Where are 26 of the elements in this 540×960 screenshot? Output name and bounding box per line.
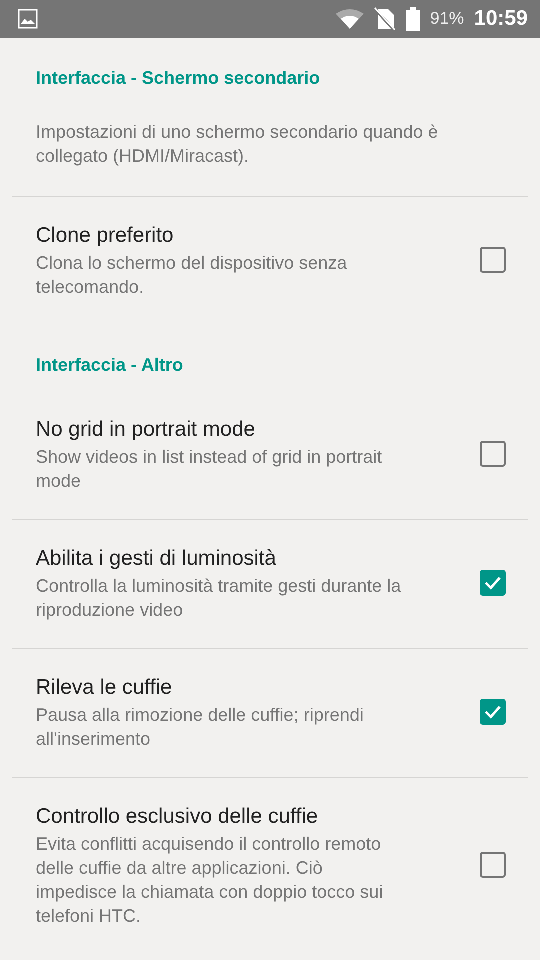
setting-summary: Evita conflitti acquisendo il controllo remoto delle cuffie da altre applicazioni. Ciò impedisce la chiamata con doppio tocco sui telefoni HTC. bbox=[36, 833, 384, 928]
section-header: Interfaccia - Schermo secondario bbox=[35, 67, 322, 90]
setting-title: No grid in portrait mode bbox=[36, 417, 256, 443]
setting-summary: Pausa alla rimozione delle cuffie; riprendi all'inserimento bbox=[36, 704, 365, 751]
checkbox[interactable] bbox=[480, 247, 506, 273]
wifi-icon bbox=[336, 9, 364, 29]
check-icon bbox=[484, 705, 502, 719]
setting-summary: Show videos in list instead of grid in portrait mode bbox=[36, 446, 384, 493]
check-icon bbox=[484, 576, 502, 590]
setting-summary: Clona lo schermo del dispositivo senza telecomando. bbox=[36, 252, 348, 299]
section-description: Impostazioni di uno schermo secondario quando è collegato (HDMI/Miracast). bbox=[35, 121, 440, 168]
checkbox[interactable] bbox=[480, 699, 506, 725]
clock-time: 10:59 bbox=[474, 7, 528, 31]
setting-title: Rileva le cuffie bbox=[36, 675, 174, 701]
battery-icon bbox=[406, 7, 420, 31]
checkbox[interactable] bbox=[480, 570, 506, 596]
checkbox[interactable] bbox=[480, 441, 506, 467]
no-sim-icon bbox=[374, 7, 396, 31]
setting-title: Clone preferito bbox=[36, 223, 175, 249]
picture-icon bbox=[18, 9, 38, 29]
setting-summary: Controlla la luminosità tramite gesti durante la riproduzione video bbox=[36, 575, 402, 622]
setting-title: Controllo esclusivo delle cuffie bbox=[36, 804, 320, 830]
battery-percentage: 91% bbox=[430, 9, 464, 29]
section-header: Interfaccia - Altro bbox=[35, 354, 184, 377]
setting-title: Abilita i gesti di luminosità bbox=[36, 546, 278, 572]
checkbox[interactable] bbox=[480, 852, 506, 878]
